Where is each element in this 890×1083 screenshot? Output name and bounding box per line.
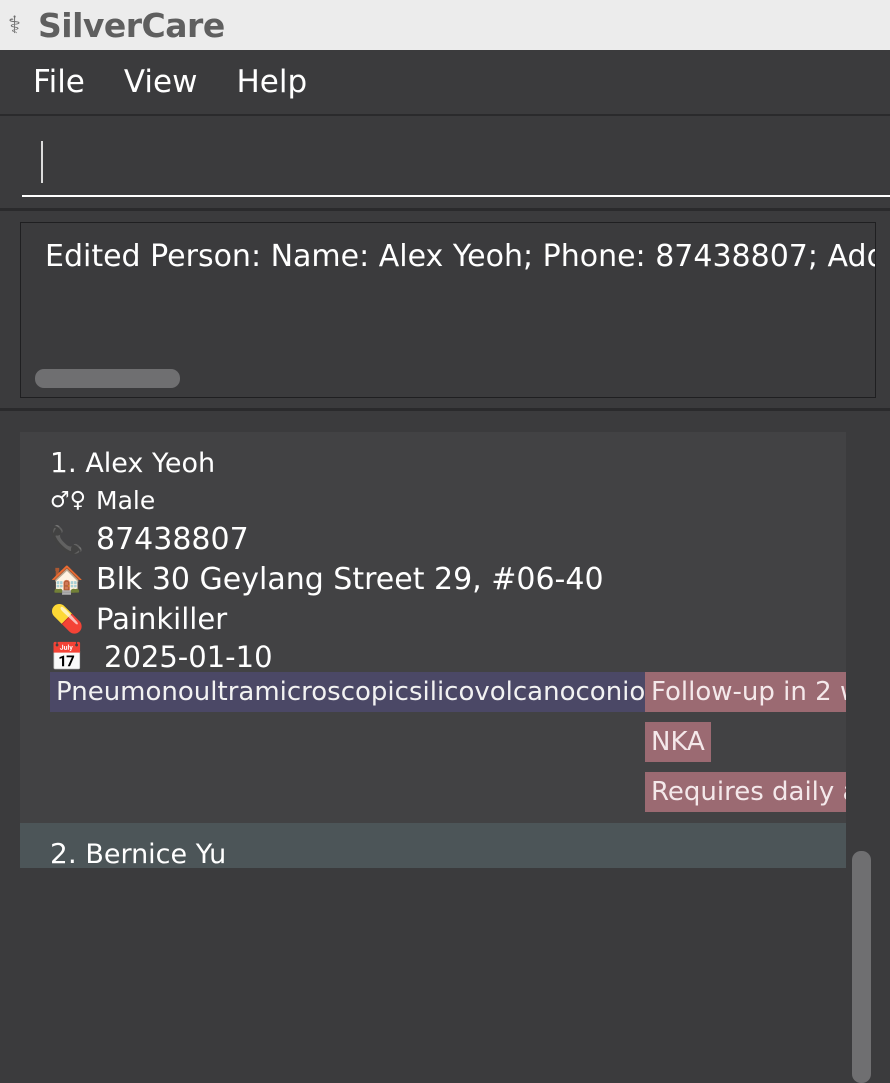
person-index: 1. xyxy=(50,446,77,479)
command-box xyxy=(0,116,890,211)
phone-value: 87438807 xyxy=(96,522,249,557)
window-title-bar: ⚕ SilverCare xyxy=(0,0,890,50)
person-list[interactable]: 1. Alex Yeoh ♂♀ Male 📞 87438807 🏠 Blk 30… xyxy=(20,432,846,868)
result-display[interactable]: Edited Person: Name: Alex Yeoh; Phone: 8… xyxy=(20,222,876,398)
result-display-panel: Edited Person: Name: Alex Yeoh; Phone: 8… xyxy=(0,211,890,411)
person-name: 1. Alex Yeoh xyxy=(50,446,215,479)
pill-icon: 💊 xyxy=(50,604,84,635)
address-row: 🏠 Blk 30 Geylang Street 29, #06-40 xyxy=(50,562,604,597)
date-row: 📅 2025-01-10 xyxy=(50,640,273,674)
address-value: Blk 30 Geylang Street 29, #06-40 xyxy=(96,562,604,597)
note-tag: NKA xyxy=(645,722,711,762)
note-tag: Follow-up in 2 weeks xyxy=(645,672,846,712)
medication-value: Painkiller xyxy=(96,602,228,636)
menu-file[interactable]: File xyxy=(33,64,85,100)
person-card[interactable]: 2. Bernice Yu xyxy=(20,823,846,868)
command-input[interactable] xyxy=(22,138,890,197)
medication-row: 💊 Painkiller xyxy=(50,602,227,636)
text-caret xyxy=(41,141,43,183)
note-tag: Requires daily assistance xyxy=(645,772,846,812)
result-message: Edited Person: Name: Alex Yeoh; Phone: 8… xyxy=(45,239,875,274)
gender-icon: ♂♀ xyxy=(50,488,86,513)
condition-tag: Pneumonoultramicroscopicsilicovolcanocon… xyxy=(50,672,686,712)
gender-value: Male xyxy=(96,486,156,515)
person-name-text: Alex Yeoh xyxy=(85,448,216,479)
person-name: 2. Bernice Yu xyxy=(50,837,226,868)
person-index: 2. xyxy=(50,837,77,868)
gender-row: ♂♀ Male xyxy=(50,486,155,515)
app-title: SilverCare xyxy=(38,5,225,45)
caduceus-icon: ⚕ xyxy=(8,11,21,39)
calendar-icon: 📅 xyxy=(50,642,84,673)
horizontal-scrollbar[interactable] xyxy=(35,369,180,388)
menu-view[interactable]: View xyxy=(124,64,198,100)
phone-row: 📞 87438807 xyxy=(50,522,249,557)
date-value: 2025-01-10 xyxy=(104,640,273,674)
menu-help[interactable]: Help xyxy=(236,64,307,100)
menu-bar: File View Help xyxy=(0,50,890,116)
house-icon: 🏠 xyxy=(50,564,84,596)
phone-icon: 📞 xyxy=(50,524,84,556)
person-card[interactable]: 1. Alex Yeoh ♂♀ Male 📞 87438807 🏠 Blk 30… xyxy=(20,432,846,823)
person-list-panel: 1. Alex Yeoh ♂♀ Male 📞 87438807 🏠 Blk 30… xyxy=(0,411,890,1083)
vertical-scrollbar[interactable] xyxy=(852,851,871,1083)
person-name-text: Bernice Yu xyxy=(85,839,227,868)
